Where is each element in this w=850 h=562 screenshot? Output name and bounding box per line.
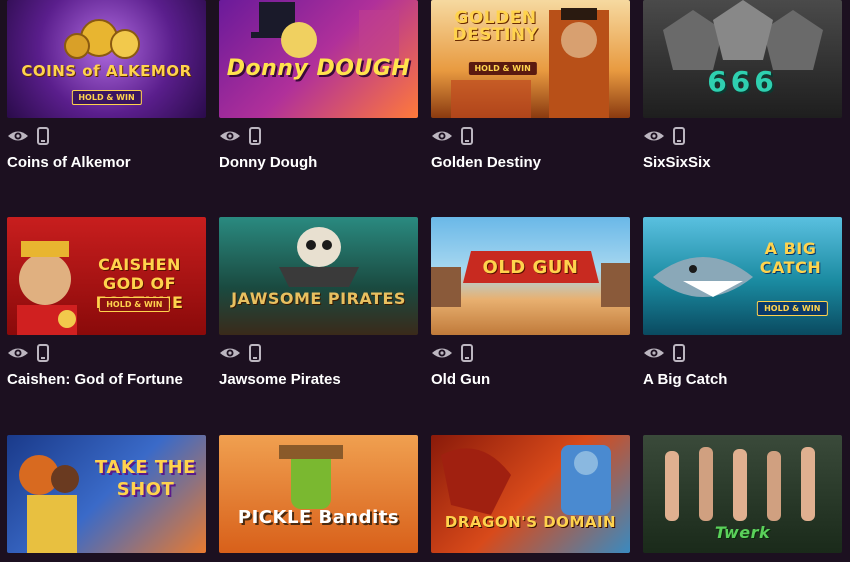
- game-thumbnail[interactable]: DRAGON'S DOMAIN: [431, 435, 630, 553]
- mobile-icon[interactable]: [37, 344, 49, 362]
- game-thumbnail[interactable]: CAISHEN GOD OF FORTUNE HOLD & WIN: [7, 217, 206, 335]
- card-icons: [219, 343, 261, 363]
- mobile-icon[interactable]: [673, 344, 685, 362]
- game-title[interactable]: Coins of Alkemor: [7, 154, 131, 171]
- game-thumbnail[interactable]: JAWSOME PIRATES: [219, 217, 418, 335]
- game-logo: PICKLE Bandits: [237, 507, 400, 528]
- game-grid: COINS of ALKEMOR HOLD & WIN Coins of Alk…: [0, 0, 850, 562]
- mobile-icon[interactable]: [461, 127, 473, 145]
- game-title[interactable]: Caishen: God of Fortune: [7, 371, 183, 388]
- game-logo: DRAGON'S DOMAIN: [444, 513, 617, 531]
- card-icons: [7, 343, 49, 363]
- mobile-icon[interactable]: [673, 127, 685, 145]
- game-logo: COINS of ALKEMOR: [21, 62, 192, 80]
- game-card[interactable]: DRAGON'S DOMAIN: [431, 435, 630, 553]
- game-logo: TAKE THE SHOT: [95, 457, 196, 500]
- game-card[interactable]: OLD GUN Old Gun: [431, 217, 630, 388]
- eye-icon[interactable]: [643, 346, 665, 360]
- card-icons: [7, 126, 49, 146]
- card-icons: [643, 126, 685, 146]
- mobile-icon[interactable]: [461, 344, 473, 362]
- eye-icon[interactable]: [431, 129, 453, 143]
- game-logo: JAWSOME PIRATES: [231, 289, 406, 308]
- game-card[interactable]: PICKLE Bandits: [219, 435, 418, 553]
- game-card[interactable]: GOLDEN DESTINY HOLD & WIN Golden Destiny: [431, 0, 630, 171]
- game-thumbnail[interactable]: COINS of ALKEMOR HOLD & WIN: [7, 0, 206, 118]
- card-icons: [643, 343, 685, 363]
- game-thumbnail[interactable]: TAKE THE SHOT: [7, 435, 206, 553]
- game-thumbnail[interactable]: OLD GUN: [431, 217, 630, 335]
- game-art: [219, 435, 418, 553]
- game-art: [431, 435, 630, 553]
- game-thumbnail[interactable]: GOLDEN DESTINY HOLD & WIN: [431, 0, 630, 118]
- game-logo: Donny DOUGH: [226, 56, 411, 81]
- eye-icon[interactable]: [643, 129, 665, 143]
- game-art: [643, 0, 842, 118]
- mobile-icon[interactable]: [249, 344, 261, 362]
- eye-icon[interactable]: [7, 346, 29, 360]
- eye-icon[interactable]: [431, 346, 453, 360]
- game-logo: A BIG CATCH: [759, 239, 822, 278]
- game-logo: 666: [707, 65, 778, 98]
- game-title[interactable]: Jawsome Pirates: [219, 371, 341, 388]
- game-card[interactable]: 666 SixSixSix: [643, 0, 842, 171]
- game-thumbnail[interactable]: PICKLE Bandits: [219, 435, 418, 553]
- mobile-icon[interactable]: [249, 127, 261, 145]
- game-title[interactable]: Old Gun: [431, 371, 490, 388]
- game-tag: HOLD & WIN: [99, 297, 170, 312]
- game-thumbnail[interactable]: Donny DOUGH: [219, 0, 418, 118]
- game-title[interactable]: Donny Dough: [219, 154, 317, 171]
- game-card[interactable]: A BIG CATCH HOLD & WIN A Big Catch: [643, 217, 842, 388]
- game-card[interactable]: TAKE THE SHOT: [7, 435, 206, 553]
- game-card[interactable]: Donny DOUGH Donny Dough: [219, 0, 418, 171]
- game-thumbnail[interactable]: 666: [643, 0, 842, 118]
- game-title[interactable]: A Big Catch: [643, 371, 727, 388]
- game-logo: OLD GUN: [482, 257, 579, 278]
- game-title[interactable]: Golden Destiny: [431, 154, 541, 171]
- game-logo: Twerk: [714, 523, 771, 542]
- game-thumbnail[interactable]: A BIG CATCH HOLD & WIN: [643, 217, 842, 335]
- game-card[interactable]: CAISHEN GOD OF FORTUNE HOLD & WIN Caishe…: [7, 217, 206, 388]
- game-card[interactable]: Twerk: [643, 435, 842, 553]
- eye-icon[interactable]: [7, 129, 29, 143]
- game-title[interactable]: SixSixSix: [643, 154, 711, 171]
- game-card[interactable]: COINS of ALKEMOR HOLD & WIN Coins of Alk…: [7, 0, 206, 171]
- game-logo: GOLDEN DESTINY: [452, 8, 539, 45]
- game-thumbnail[interactable]: Twerk: [643, 435, 842, 553]
- game-card[interactable]: JAWSOME PIRATES Jawsome Pirates: [219, 217, 418, 388]
- game-tag: HOLD & WIN: [71, 90, 142, 105]
- card-icons: [431, 343, 473, 363]
- card-icons: [219, 126, 261, 146]
- game-tag: HOLD & WIN: [757, 301, 828, 316]
- card-icons: [431, 126, 473, 146]
- eye-icon[interactable]: [219, 346, 241, 360]
- mobile-icon[interactable]: [37, 127, 49, 145]
- eye-icon[interactable]: [219, 129, 241, 143]
- game-tag: HOLD & WIN: [468, 62, 537, 75]
- game-art: [219, 217, 418, 335]
